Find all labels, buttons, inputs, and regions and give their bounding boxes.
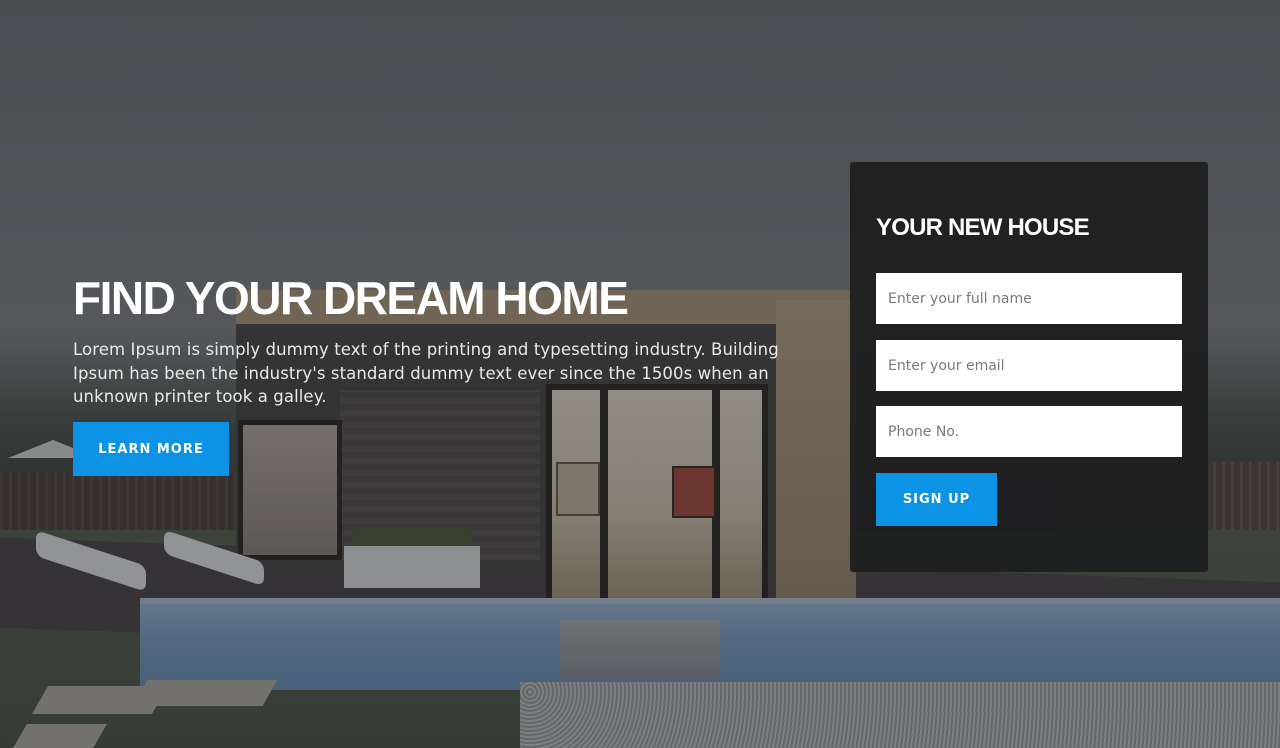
hero-title: FIND YOUR DREAM HOME	[73, 272, 629, 324]
hero-description: Lorem Ipsum is simply dummy text of the …	[73, 340, 779, 406]
signup-title: YOUR NEW HOUSE	[876, 214, 1090, 241]
learn-more-button[interactable]: LEARN MORE	[73, 422, 229, 476]
hero-section: FIND YOUR DREAM HOME Lorem Ipsum is simp…	[73, 272, 813, 476]
full-name-input[interactable]	[876, 273, 1182, 324]
phone-input[interactable]	[876, 406, 1182, 457]
sign-up-button[interactable]: SIGN UP	[876, 473, 997, 526]
signup-panel: YOUR NEW HOUSE SIGN UP	[850, 162, 1208, 572]
email-input[interactable]	[876, 340, 1182, 391]
